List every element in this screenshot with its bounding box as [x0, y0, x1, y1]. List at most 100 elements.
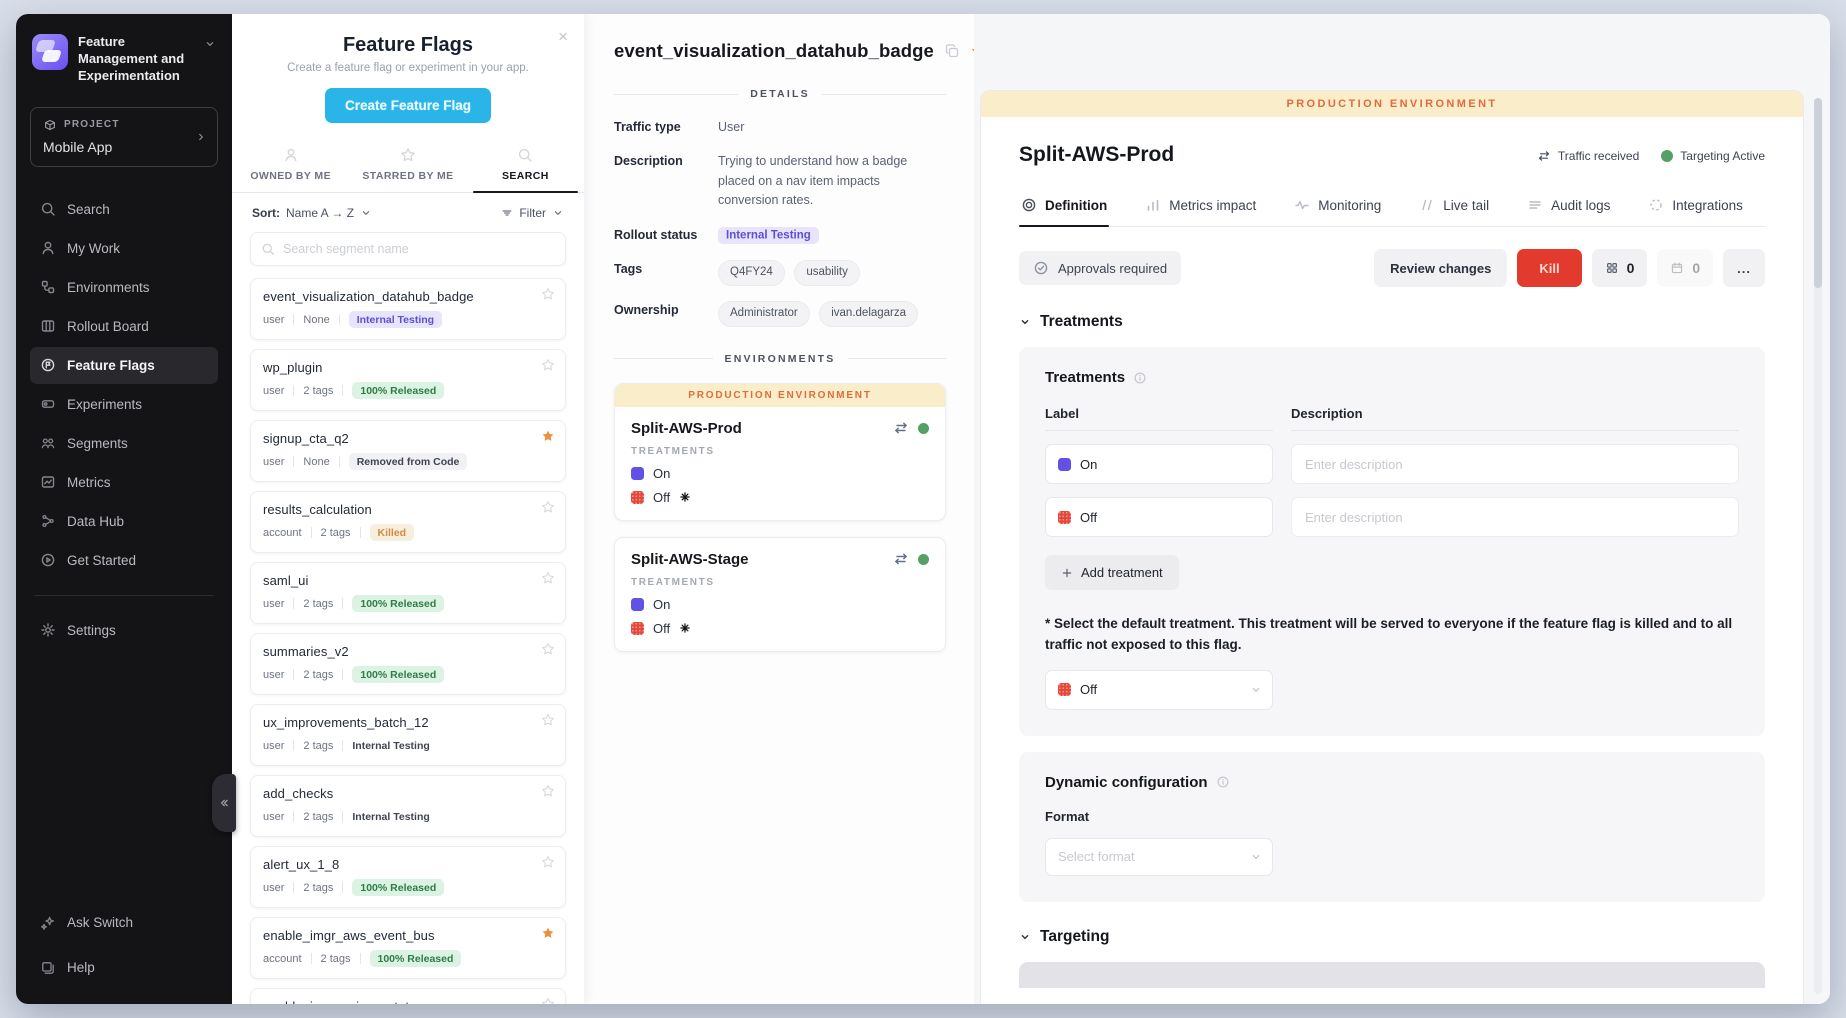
star-icon: [400, 147, 416, 163]
tab-audit-logs[interactable]: Audit logs: [1525, 191, 1612, 226]
flag-list-item[interactable]: alert_ux_1_8 user2 tags100% Released: [250, 846, 566, 908]
star-icon[interactable]: [541, 713, 555, 732]
sidebar-item-feature-flags[interactable]: Feature Flags: [30, 347, 218, 384]
star-icon[interactable]: [541, 287, 555, 306]
sidebar-item-experiments[interactable]: Experiments: [30, 386, 218, 423]
flag-list-item[interactable]: event_visualization_datahub_badge userNo…: [250, 278, 566, 340]
treatment-description-input[interactable]: [1291, 444, 1739, 484]
tab-starred-by-me[interactable]: STARRED BY ME: [349, 143, 466, 192]
copy-icon[interactable]: [944, 43, 960, 59]
treatments-section-toggle[interactable]: Treatments: [1019, 313, 1765, 331]
app-logo-icon: [32, 34, 68, 70]
sidebar-item-my-work[interactable]: My Work: [30, 230, 218, 267]
star-icon[interactable]: [541, 500, 555, 519]
sidebar-item-ask-switch[interactable]: Ask Switch: [30, 904, 218, 941]
close-icon[interactable]: ×: [558, 28, 568, 45]
flag-list-item[interactable]: ux_improvements_batch_12 user2 tagsInter…: [250, 704, 566, 766]
status-badge: 100% Released: [370, 950, 462, 967]
treatment-description-input[interactable]: [1291, 497, 1739, 537]
default-treatment-asterisk-icon: [679, 491, 691, 503]
project-selector[interactable]: PROJECT Mobile App: [30, 107, 218, 167]
vertical-scrollbar[interactable]: [1814, 98, 1822, 994]
board-columns-icon: [40, 318, 56, 334]
chart-frame-icon: [40, 474, 56, 490]
panel-subtitle: Create a feature flag or experiment in y…: [232, 62, 584, 74]
details-section-header: DETAILS: [614, 88, 946, 100]
flag-list-item[interactable]: results_calculation account2 tagsKilled: [250, 491, 566, 553]
treatment-on: On: [631, 597, 929, 612]
sidebar-item-settings[interactable]: Settings: [30, 612, 218, 649]
star-icon[interactable]: [541, 571, 555, 590]
environment-card-prod[interactable]: PRODUCTION ENVIRONMENT Split-AWS-Prod TR…: [614, 383, 946, 521]
star-icon[interactable]: [541, 642, 555, 661]
filter-control[interactable]: Filter: [501, 206, 564, 220]
sidebar-item-environments[interactable]: Environments: [30, 269, 218, 306]
more-options-button[interactable]: ...: [1723, 249, 1765, 287]
sidebar-item-get-started[interactable]: Get Started: [30, 542, 218, 579]
search-icon: [261, 242, 275, 256]
default-treatment-select[interactable]: Off: [1045, 670, 1273, 710]
review-changes-button[interactable]: Review changes: [1374, 249, 1507, 287]
targeting-active-dot: [918, 423, 929, 434]
star-filled-icon[interactable]: [541, 926, 555, 945]
feature-flag-version-count-button[interactable]: 0: [1592, 249, 1648, 287]
chevron-right-icon: [195, 131, 207, 143]
flag-list-item[interactable]: enable_impressions_stats account2 tagsPr…: [250, 988, 566, 1004]
sidebar-collapse-handle[interactable]: [212, 774, 236, 832]
flag-list-item[interactable]: wp_plugin user2 tags100% Released: [250, 349, 566, 411]
workspace-header[interactable]: Feature Management and Experimentation: [30, 34, 218, 85]
flag-search-input[interactable]: [283, 242, 555, 256]
project-label: PROJECT: [64, 119, 120, 130]
format-label: Format: [1045, 809, 1739, 824]
sidebar-item-data-hub[interactable]: Data Hub: [30, 503, 218, 540]
sidebar-item-metrics[interactable]: Metrics: [30, 464, 218, 501]
sidebar-item-search[interactable]: Search: [30, 191, 218, 228]
flag-list-item[interactable]: summaries_v2 user2 tags100% Released: [250, 633, 566, 695]
sort-control[interactable]: Sort: Name A → Z: [252, 206, 372, 220]
kill-button[interactable]: Kill: [1517, 249, 1581, 287]
star-icon[interactable]: [541, 784, 555, 803]
flag-list-item[interactable]: signup_cta_q2 userNoneRemoved from Code: [250, 420, 566, 482]
book-icon: [40, 960, 56, 976]
tab-monitoring[interactable]: Monitoring: [1292, 191, 1383, 226]
info-icon[interactable]: [1133, 371, 1147, 385]
star-filled-icon[interactable]: [541, 429, 555, 448]
chevron-down-icon[interactable]: [204, 38, 216, 50]
flag-list-item[interactable]: enable_imgr_aws_event_bus account2 tags1…: [250, 917, 566, 979]
tab-search[interactable]: SEARCH: [467, 143, 584, 192]
data-nodes-icon: [40, 513, 56, 529]
info-icon[interactable]: [1216, 775, 1230, 789]
tab-integrations[interactable]: Integrations: [1646, 191, 1745, 226]
flag-list-item[interactable]: saml_ui user2 tags100% Released: [250, 562, 566, 624]
treatment-label-input-on[interactable]: On: [1045, 444, 1273, 484]
scrollbar-thumb[interactable]: [1814, 98, 1822, 288]
tab-definition[interactable]: Definition: [1019, 191, 1109, 226]
label-column-header: Label: [1045, 406, 1273, 431]
star-icon[interactable]: [541, 358, 555, 377]
sidebar-item-rollout-board[interactable]: Rollout Board: [30, 308, 218, 345]
sidebar-item-segments[interactable]: Segments: [30, 425, 218, 462]
tag-pill[interactable]: Q4FY24: [718, 260, 785, 286]
sidebar-item-help[interactable]: Help: [30, 949, 218, 986]
field-description: Description Trying to understand how a b…: [614, 152, 946, 210]
environment-tabs: Definition Metrics impact Monitoring: [1019, 191, 1765, 227]
flag-list-item[interactable]: add_checks user2 tagsInternal Testing: [250, 775, 566, 837]
tab-metrics-impact[interactable]: Metrics impact: [1143, 191, 1258, 226]
chevron-down-icon: [1019, 316, 1031, 328]
create-feature-flag-button[interactable]: Create Feature Flag: [325, 88, 491, 123]
star-icon[interactable]: [541, 855, 555, 874]
treatment-swatch-red: [1058, 511, 1071, 524]
owner-pill[interactable]: Administrator: [718, 301, 810, 327]
star-icon[interactable]: [541, 997, 555, 1004]
tag-pill[interactable]: usability: [794, 260, 860, 286]
targeting-section-toggle[interactable]: Targeting: [1019, 928, 1765, 946]
add-treatment-button[interactable]: Add treatment: [1045, 555, 1179, 590]
owner-pill[interactable]: ivan.delagarza: [819, 301, 918, 327]
list-lines-icon: [1527, 197, 1543, 213]
status-badge: 100% Released: [352, 382, 444, 399]
tab-owned-by-me[interactable]: OWNED BY ME: [232, 143, 349, 192]
environment-card-stage[interactable]: Split-AWS-Stage TREATMENTS On Off: [614, 537, 946, 652]
format-select[interactable]: Select format: [1045, 838, 1273, 876]
treatment-label-input-off[interactable]: Off: [1045, 497, 1273, 537]
tab-live-tail[interactable]: Live tail: [1417, 191, 1491, 226]
